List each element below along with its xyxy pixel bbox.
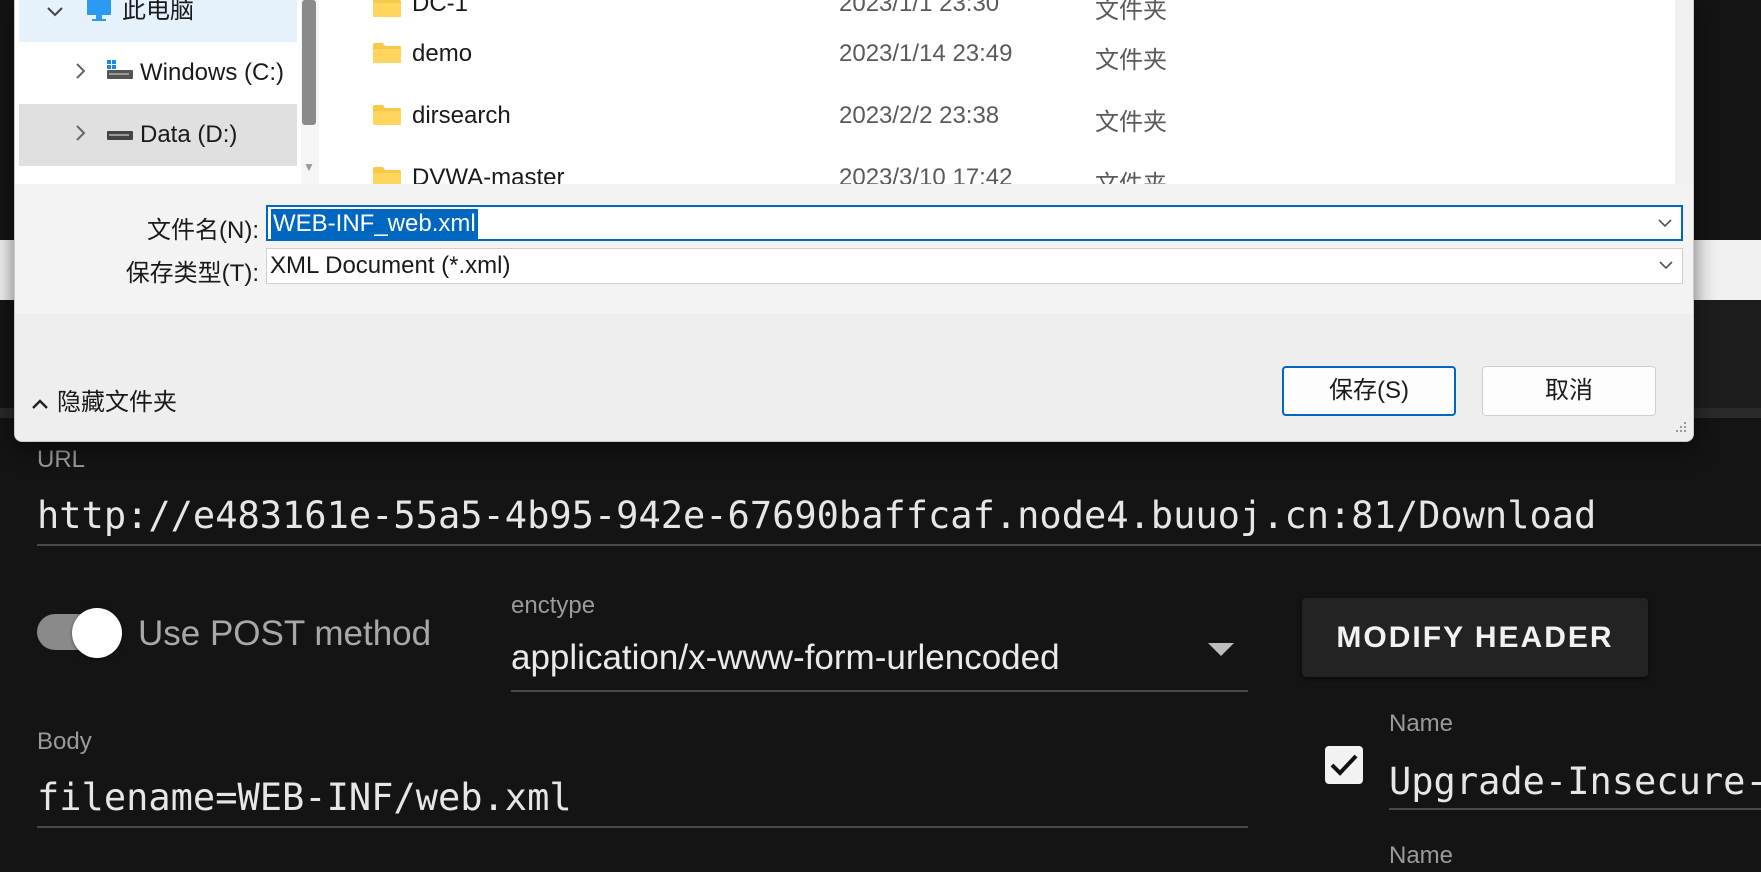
file-name: demo (412, 40, 473, 67)
folder-icon (373, 105, 401, 125)
filename-value[interactable]: WEB-INF_web.xml (271, 209, 478, 239)
folder-icon (373, 43, 401, 63)
file-date: 2023/2/2 23:38 (839, 102, 1000, 129)
check-icon (1330, 754, 1358, 776)
file-type: 文件夹 (1095, 109, 1167, 136)
post-method-label: Use POST method (138, 614, 432, 653)
chevron-right-icon[interactable] (67, 42, 95, 104)
url-input[interactable]: http://e483161e-55a5-4b95-942e-67690baff… (37, 494, 1596, 537)
filetype-label: 保存类型(T): (125, 260, 259, 287)
chevron-down-icon[interactable] (41, 0, 69, 42)
nav-item-drive-c[interactable]: Windows (C:) (19, 42, 297, 104)
enctype-label: enctype (511, 592, 596, 619)
chevron-down-icon[interactable] (1657, 215, 1673, 231)
enctype-select[interactable]: application/x-www-form-urlencoded (511, 638, 1060, 678)
file-date: 2023/1/14 23:49 (839, 40, 1013, 67)
url-underline (37, 544, 1761, 546)
nav-scrollbar-thumb[interactable] (302, 0, 316, 125)
url-label: URL (37, 446, 86, 473)
header-checkbox[interactable] (1325, 746, 1363, 784)
filetype-value: XML Document (*.xml) (270, 252, 511, 279)
nav-item-drive-d[interactable]: Data (D:) (19, 104, 297, 166)
save-button[interactable]: 保存(S) (1282, 366, 1456, 416)
resize-grip-icon[interactable] (1673, 421, 1687, 435)
list-item[interactable]: dirsearch 2023/2/2 23:38 文件夹 (335, 90, 1675, 152)
filename-input[interactable]: WEB-INF_web.xml (266, 205, 1683, 241)
filetype-select[interactable]: XML Document (*.xml) (266, 248, 1683, 284)
file-list: DC-1 2023/1/1 23:30 文件夹 demo 2023/1/14 2… (335, 0, 1675, 198)
filename-label: 文件名(N): (147, 217, 259, 244)
file-date: 2023/1/1 23:30 (839, 0, 1000, 17)
nav-label-drive-d: Data (D:) (140, 121, 238, 148)
save-as-dialog: 此电脑 Windows (C:) Data (D:) ▼ DC-1 2023/1… (14, 0, 1694, 442)
body-input[interactable]: filename=WEB-INF/web.xml (37, 776, 572, 819)
chevron-down-icon[interactable] (1658, 257, 1674, 273)
save-form: 文件名(N): WEB-INF_web.xml 保存类型(T): XML Doc… (15, 184, 1693, 314)
scroll-down-arrow-icon[interactable]: ▼ (302, 160, 316, 174)
nav-label-this-pc: 此电脑 (122, 0, 194, 24)
modify-header-button[interactable]: MODIFY HEADER (1302, 598, 1648, 677)
computer-icon (87, 0, 111, 21)
header-name-underline (1389, 808, 1761, 810)
body-label: Body (37, 728, 92, 755)
file-name: DC-1 (412, 0, 469, 17)
cancel-button[interactable]: 取消 (1482, 366, 1656, 416)
header-name-label: Name (1389, 710, 1454, 737)
chevron-right-icon[interactable] (67, 104, 95, 166)
file-list-scrollbar[interactable] (1675, 0, 1693, 184)
header-name-label-2: Name (1389, 842, 1454, 869)
dialog-footer: 隐藏文件夹 保存(S) 取消 (15, 314, 1693, 441)
body-underline (37, 826, 1248, 828)
hide-folders-toggle[interactable]: 隐藏文件夹 (31, 382, 177, 417)
folder-icon (373, 0, 401, 17)
windows-drive-icon (107, 60, 133, 79)
drive-icon (107, 131, 133, 140)
enctype-underline (511, 690, 1248, 692)
header-name-input[interactable]: Upgrade-Insecure-R (1389, 760, 1761, 803)
nav-item-this-pc[interactable]: 此电脑 (19, 0, 297, 42)
toggle-knob[interactable] (72, 608, 122, 658)
file-browser: 此电脑 Windows (C:) Data (D:) ▼ DC-1 2023/1… (15, 0, 1693, 198)
dropdown-caret-icon[interactable] (1208, 643, 1234, 656)
navigation-pane: 此电脑 Windows (C:) Data (D:) ▼ (15, 0, 329, 184)
hide-folders-label: 隐藏文件夹 (57, 389, 177, 416)
nav-label-drive-c: Windows (C:) (140, 59, 285, 86)
list-item[interactable]: demo 2023/1/14 23:49 文件夹 (335, 28, 1675, 90)
file-type: 文件夹 (1095, 0, 1167, 24)
file-name: dirsearch (412, 102, 511, 129)
file-type: 文件夹 (1095, 47, 1167, 74)
chevron-up-icon (32, 398, 48, 409)
